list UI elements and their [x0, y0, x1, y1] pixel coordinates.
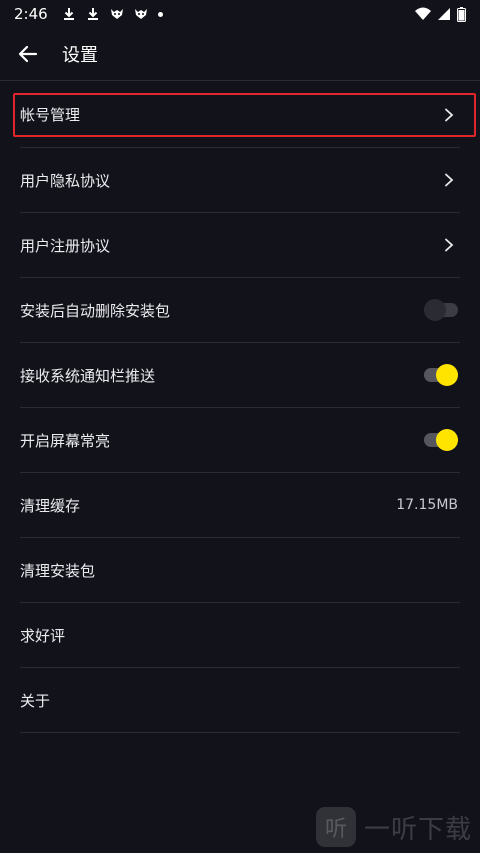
keep-screen-on-label: 开启屏幕常亮: [20, 431, 111, 450]
top-app-bar: 设置: [0, 28, 480, 81]
status-icons-left: [62, 7, 163, 21]
push-notification-label: 接收系统通知栏推送: [20, 366, 156, 385]
status-bar: 2:46: [0, 0, 480, 28]
arrow-left-icon: [18, 45, 38, 63]
app-notification-icon: [110, 9, 123, 19]
privacy-policy-item[interactable]: 用户隐私协议: [20, 148, 460, 213]
about-item[interactable]: 关于: [20, 668, 460, 733]
registration-agreement-item[interactable]: 用户注册协议: [20, 213, 460, 278]
about-label: 关于: [20, 691, 51, 710]
status-icons-right: [415, 6, 466, 22]
rate-app-item[interactable]: 求好评: [20, 603, 460, 668]
settings-list: 帐号管理 用户隐私协议 用户注册协议 安装后自动删除安装包 接收系统通知栏推送 …: [0, 82, 480, 733]
push-notification-toggle[interactable]: [424, 363, 458, 387]
registration-agreement-label: 用户注册协议: [20, 236, 111, 255]
keep-screen-on-item: 开启屏幕常亮: [20, 408, 460, 473]
clear-cache-label: 清理缓存: [20, 496, 81, 515]
keep-screen-on-toggle[interactable]: [424, 428, 458, 452]
auto-delete-package-item: 安装后自动删除安装包: [20, 278, 460, 343]
app-notification-icon: [134, 9, 147, 19]
chevron-right-icon: [445, 173, 454, 187]
watermark: 听 一听下载: [315, 807, 472, 847]
cache-size-value: 17.15MB: [396, 497, 458, 513]
battery-icon: [457, 6, 466, 22]
chevron-right-icon: [445, 238, 454, 252]
download-icon: [87, 8, 98, 20]
dot-icon: [157, 11, 163, 17]
watermark-logo: 听: [315, 807, 356, 847]
settings-screen: 2:46 设置 帐号管理 用户隐私协议 用户注册协议 安装后自动删除安装包 接收…: [0, 0, 480, 853]
back-button[interactable]: [0, 28, 56, 81]
signal-icon: [438, 8, 450, 20]
account-management-label: 帐号管理: [20, 106, 81, 124]
auto-delete-package-label: 安装后自动删除安装包: [20, 301, 171, 320]
auto-delete-package-toggle[interactable]: [424, 298, 458, 322]
account-management-item[interactable]: 帐号管理: [20, 82, 460, 148]
download-icon: [63, 8, 74, 20]
page-title: 设置: [62, 45, 98, 66]
chevron-right-icon: [445, 108, 454, 121]
clear-packages-item[interactable]: 清理安装包: [20, 538, 460, 603]
privacy-policy-label: 用户隐私协议: [20, 171, 111, 190]
rate-app-label: 求好评: [20, 626, 66, 645]
clear-cache-item[interactable]: 清理缓存 17.15MB: [20, 473, 460, 538]
watermark-text: 一听下载: [363, 814, 472, 845]
status-time: 2:46: [14, 5, 48, 23]
wifi-icon: [415, 7, 431, 20]
push-notification-item: 接收系统通知栏推送: [20, 343, 460, 408]
clear-packages-label: 清理安装包: [20, 561, 96, 580]
